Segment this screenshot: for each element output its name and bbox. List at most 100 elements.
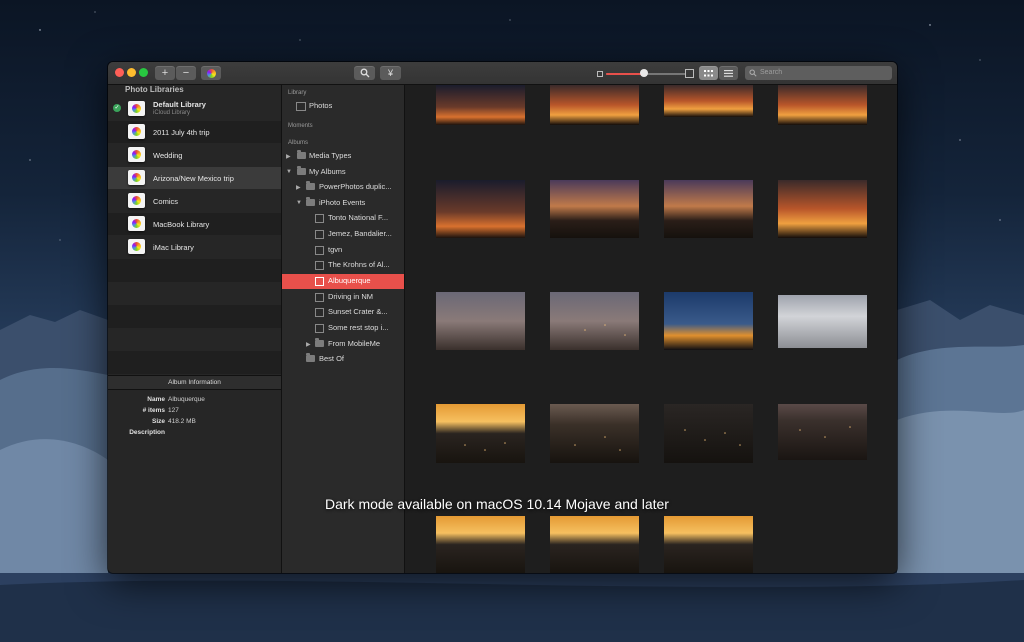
photo-thumbnail[interactable] xyxy=(550,516,639,573)
media-types-item[interactable]: ▶ Media Types xyxy=(282,149,404,164)
photo-thumbnail[interactable] xyxy=(550,180,639,238)
slider-knob[interactable] xyxy=(640,69,648,77)
photos-item[interactable]: Photos xyxy=(282,99,404,114)
powerphotos-duplicates-label: PowerPhotos duplic... xyxy=(319,182,392,191)
album-icon xyxy=(315,277,324,286)
photo-thumbnail[interactable] xyxy=(436,85,525,125)
album-item[interactable]: Some rest stop i... xyxy=(282,321,404,336)
album-item[interactable]: tgvn xyxy=(282,243,404,258)
album-label: Albuquerque xyxy=(328,276,371,285)
empty-row xyxy=(108,259,281,282)
moments-section-header[interactable]: Moments xyxy=(288,123,313,129)
album-icon xyxy=(315,261,324,270)
library-row-default[interactable]: ✓ Default Library iCloud Library xyxy=(108,96,281,121)
thumbnail-size-slider[interactable] xyxy=(597,67,693,79)
album-label: Driving in NM xyxy=(328,292,374,301)
library-label: 2011 July 4th trip xyxy=(153,128,210,137)
photo-thumbnail[interactable] xyxy=(778,404,867,460)
checkmark-icon: ✓ xyxy=(113,104,121,112)
album-label: Tonto National F... xyxy=(328,213,389,222)
minimize-button[interactable] xyxy=(127,68,136,77)
search-field[interactable]: Search xyxy=(745,66,892,80)
grid-view-button[interactable] xyxy=(699,66,718,80)
info-items-key: # items xyxy=(142,407,165,414)
photo-thumbnail[interactable] xyxy=(778,180,867,238)
photos-app-button[interactable] xyxy=(201,66,221,80)
folder-icon xyxy=(297,166,306,175)
library-sublabel: iCloud Library xyxy=(153,110,191,116)
disclosure-down-icon[interactable]: ▼ xyxy=(286,169,292,175)
library-row[interactable]: 2011 July 4th trip xyxy=(108,121,281,143)
photos-icon xyxy=(296,102,306,111)
close-button[interactable] xyxy=(115,68,124,77)
photos-library-icon xyxy=(128,147,145,162)
album-item[interactable]: Driving in NM xyxy=(282,290,404,305)
albums-section-header: Albums xyxy=(288,140,309,146)
library-row[interactable]: MacBook Library xyxy=(108,213,281,235)
disclosure-right-icon[interactable]: ▶ xyxy=(296,184,301,191)
disclosure-right-icon[interactable]: ▶ xyxy=(306,341,311,348)
my-albums-item[interactable]: ▼ My Albums xyxy=(282,165,404,180)
small-thumb-icon xyxy=(597,71,603,77)
photo-thumbnail[interactable] xyxy=(664,292,753,350)
powerphotos-duplicates-item[interactable]: ▶ PowerPhotos duplic... xyxy=(282,180,404,195)
best-of-item[interactable]: Best Of xyxy=(282,352,404,367)
info-items-value: 127 xyxy=(168,407,179,414)
search-field-icon xyxy=(749,69,757,77)
photo-libraries-header: Photo Libraries xyxy=(125,85,184,94)
photo-thumbnail[interactable] xyxy=(436,404,525,463)
find-duplicates-button[interactable] xyxy=(354,66,375,80)
empty-row xyxy=(108,351,281,374)
photo-thumbnail[interactable] xyxy=(436,292,525,350)
library-section-header: Library xyxy=(288,90,307,96)
album-label: Sunset Crater &... xyxy=(328,307,388,316)
library-row[interactable]: Comics xyxy=(108,190,281,212)
disclosure-down-icon[interactable]: ▼ xyxy=(296,200,302,206)
photos-app-icon xyxy=(206,68,216,78)
list-view-button[interactable] xyxy=(719,66,738,80)
photo-thumbnail[interactable] xyxy=(664,404,753,463)
album-item-selected[interactable]: Albuquerque xyxy=(282,274,404,289)
photo-thumbnail[interactable] xyxy=(664,180,753,238)
disclosure-right-icon[interactable]: ▶ xyxy=(286,153,291,160)
iphoto-events-item[interactable]: ▼ iPhoto Events xyxy=(282,196,404,211)
photo-thumbnail[interactable] xyxy=(778,295,867,348)
album-item[interactable]: Sunset Crater &... xyxy=(282,305,404,320)
photo-thumbnail[interactable] xyxy=(778,85,867,125)
photo-thumbnail[interactable] xyxy=(664,85,753,117)
info-size-value: 418.2 MB xyxy=(168,418,196,425)
media-types-label: Media Types xyxy=(309,151,352,160)
library-row[interactable]: Wedding xyxy=(108,144,281,166)
album-item[interactable]: The Krohns of Al... xyxy=(282,258,404,273)
info-name-value: Albuquerque xyxy=(168,396,205,403)
grid-view-icon xyxy=(704,69,713,76)
album-item[interactable]: Tonto National F... xyxy=(282,211,404,226)
library-label: Comics xyxy=(153,197,179,206)
library-label: Wedding xyxy=(153,151,183,160)
folder-icon xyxy=(306,353,315,362)
album-label: The Krohns of Al... xyxy=(328,260,390,269)
add-library-button[interactable]: + xyxy=(155,66,175,80)
library-row[interactable]: iMac Library xyxy=(108,236,281,258)
photos-library-icon xyxy=(128,101,145,116)
photo-thumbnail[interactable] xyxy=(436,180,525,238)
zoom-button[interactable] xyxy=(139,68,148,77)
photo-thumbnail[interactable] xyxy=(550,404,639,463)
toolbar: + − ¥ Search xyxy=(108,62,897,85)
library-label: MacBook Library xyxy=(153,220,210,229)
album-icon xyxy=(315,293,324,302)
library-row-selected[interactable]: Arizona/New Mexico trip xyxy=(108,167,281,189)
photo-thumbnail[interactable] xyxy=(550,292,639,350)
photo-thumbnail[interactable] xyxy=(436,516,525,573)
library-label: Arizona/New Mexico trip xyxy=(153,174,234,183)
yen-icon[interactable]: ¥ xyxy=(380,66,401,80)
photo-thumbnail[interactable] xyxy=(550,85,639,125)
from-mobileme-item[interactable]: ▶ From MobileMe xyxy=(282,337,404,352)
large-thumb-icon xyxy=(685,69,694,78)
album-icon xyxy=(315,308,324,317)
iphoto-events-label: iPhoto Events xyxy=(319,198,366,207)
library-label: iMac Library xyxy=(153,243,194,252)
photo-thumbnail[interactable] xyxy=(664,516,753,573)
album-item[interactable]: Jemez, Bandalier... xyxy=(282,227,404,242)
remove-library-button[interactable]: − xyxy=(176,66,196,80)
